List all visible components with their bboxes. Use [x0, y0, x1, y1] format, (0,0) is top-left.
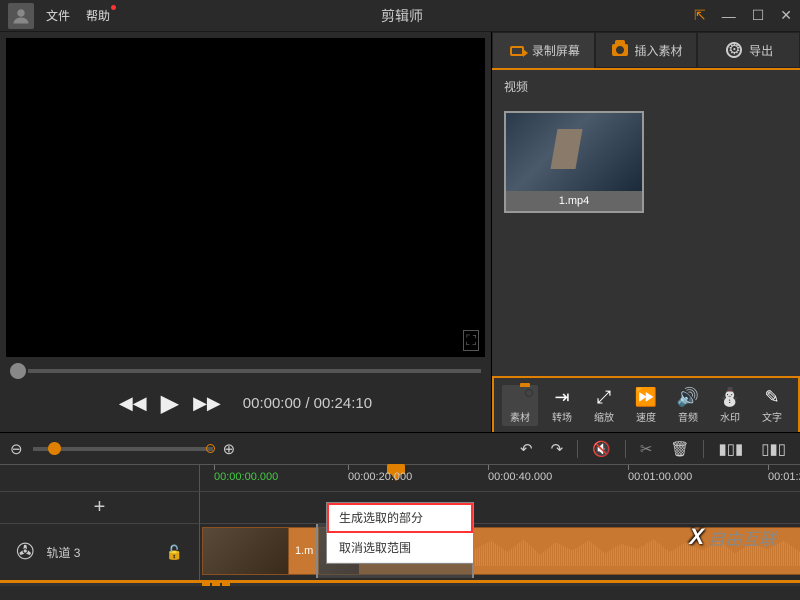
speed-icon: ⏩ [628, 387, 664, 409]
next-button[interactable]: ▶▶ [193, 393, 221, 414]
track-header[interactable]: ✇ 轨道 3 🔓 [0, 524, 200, 580]
mute-button[interactable]: 🔇 [588, 440, 615, 458]
assets-section-label: 视频 [492, 70, 800, 103]
tab-record-label: 录制屏幕 [532, 42, 580, 59]
zoom-slider[interactable] [33, 447, 213, 451]
tab-export-label: 导出 [749, 42, 773, 59]
tool-text[interactable]: ✎文字 [754, 387, 790, 424]
thumbnail-image [506, 113, 642, 191]
asset-thumbnail[interactable]: 1.mp4 [504, 111, 644, 213]
pencil-icon: ✎ [754, 387, 790, 409]
video-preview[interactable]: ⛶ [6, 38, 485, 357]
camcorder-icon [507, 43, 527, 59]
minimize-button[interactable]: — [722, 8, 736, 24]
zoom-icon: ⤢ [586, 387, 622, 409]
close-button[interactable]: ✕ [780, 7, 792, 24]
camera-icon [610, 42, 630, 58]
user-avatar[interactable] [8, 3, 34, 29]
ruler-tick: 00:00:20.000 [348, 471, 412, 483]
maximize-button[interactable]: ☐ [752, 7, 765, 24]
prev-button[interactable]: ◀◀ [119, 393, 147, 414]
ruler-tick: 00:00:40.000 [488, 471, 552, 483]
zoom-out-button[interactable]: ⊖ [10, 440, 23, 458]
transition-icon: ⇥ [544, 387, 580, 409]
thumbnail-label: 1.mp4 [506, 191, 642, 211]
ruler-tick: 00:01:00.000 [628, 471, 692, 483]
track-body[interactable]: 1.m [200, 524, 800, 580]
redo-button[interactable]: ↷ [547, 440, 568, 458]
tab-insert-label: 插入素材 [635, 42, 683, 59]
tool-watermark[interactable]: ⛄水印 [712, 387, 748, 424]
tool-zoom[interactable]: ⤢缩放 [586, 387, 622, 424]
track-name: 轨道 3 [46, 544, 80, 561]
add-track-button[interactable]: + [0, 492, 200, 524]
ruler-tick: 00:00:00.000 [214, 471, 278, 483]
ruler-tick: 00:01:20.000 [768, 471, 800, 483]
play-button[interactable]: ▶ [161, 389, 179, 418]
plus-icon: + [94, 496, 106, 519]
timeline-ruler[interactable]: 00:00:00.000 00:00:20.000 00:00:40.000 0… [200, 465, 800, 491]
tab-record-screen[interactable]: 录制屏幕 [492, 32, 595, 68]
stamp-icon: ⛄ [712, 387, 748, 409]
menu-help[interactable]: 帮助 [86, 7, 110, 24]
time-display: 00:00:00 / 00:24:10 [243, 395, 372, 412]
folder-icon [502, 387, 538, 409]
film-icon: ✇ [16, 539, 34, 565]
fullscreen-icon[interactable]: ⛶ [463, 330, 479, 351]
seek-bar[interactable] [10, 363, 481, 379]
context-cancel-selection[interactable]: 取消选取范围 [327, 533, 473, 563]
menu-file[interactable]: 文件 [46, 7, 70, 24]
popout-icon[interactable]: ⇱ [694, 7, 706, 24]
tool-transition[interactable]: ⇥转场 [544, 387, 580, 424]
film-reel-icon [724, 42, 744, 58]
clip-thumbnail [203, 528, 289, 574]
audio-icon: 🔊 [670, 387, 706, 409]
zoom-in-button[interactable]: ⊕ [223, 440, 236, 458]
cut-button[interactable]: ✂ [636, 440, 657, 458]
tab-insert-material[interactable]: 插入素材 [595, 32, 698, 68]
tool-speed[interactable]: ⏩速度 [628, 387, 664, 424]
context-generate-selection[interactable]: 生成选取的部分 [327, 503, 473, 533]
tool-audio[interactable]: 🔊音频 [670, 387, 706, 424]
tool-material[interactable]: 素材 [502, 385, 538, 426]
clip-name: 1.m [289, 545, 319, 557]
lock-icon[interactable]: 🔓 [166, 544, 183, 561]
levels1-button[interactable]: ▮▯▮ [714, 440, 747, 458]
app-title: 剪辑师 [110, 6, 694, 26]
undo-button[interactable]: ↶ [516, 440, 537, 458]
zoom-slider-knob[interactable] [48, 442, 61, 455]
context-menu: 生成选取的部分 取消选取范围 [326, 502, 474, 564]
levels2-button[interactable]: ▯▮▯ [757, 440, 790, 458]
delete-button[interactable]: 🗑 [666, 440, 693, 458]
seek-handle[interactable] [10, 363, 26, 379]
tab-export[interactable]: 导出 [697, 32, 800, 68]
